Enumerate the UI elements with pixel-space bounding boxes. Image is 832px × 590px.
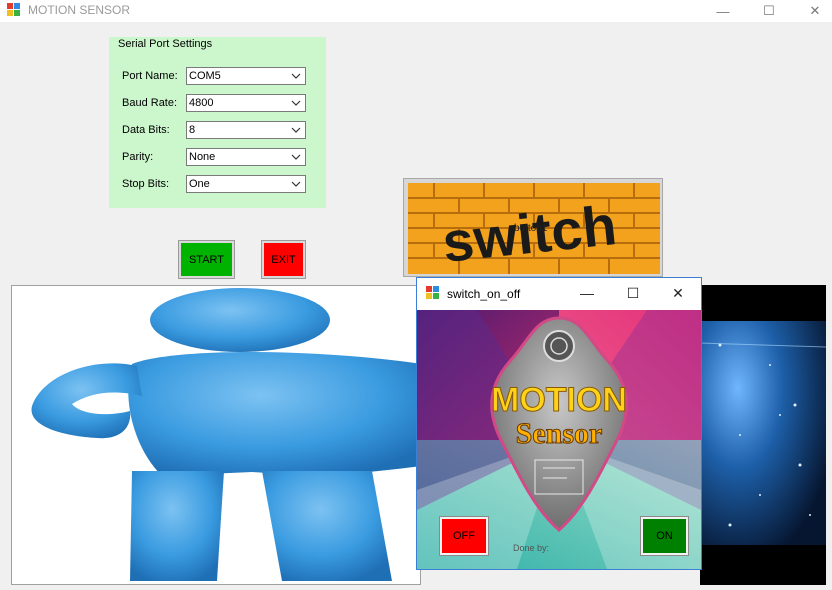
start-button[interactable]: START (178, 240, 235, 279)
minimize-icon: — (716, 3, 730, 19)
blue-figure-image (31, 288, 420, 581)
baud-rate-label: Baud Rate: (122, 97, 178, 109)
port-name-value: COM5 (189, 70, 221, 82)
baud-rate-combo[interactable]: 4800 (186, 94, 306, 112)
done-by-text: Done by: (513, 543, 549, 553)
maximize-icon: ☐ (626, 284, 640, 301)
close-button[interactable]: ✕ (792, 0, 832, 22)
parity-combo[interactable]: None (186, 148, 306, 166)
dialog-close-button[interactable]: ✕ (655, 278, 701, 308)
splash-motion-text: MOTION (491, 381, 627, 419)
dialog-app-icon (426, 286, 439, 299)
data-bits-value: 8 (189, 124, 196, 136)
baud-rate-value: 4800 (189, 97, 214, 109)
dialog-splash: MOTION Sensor Done by: OFF ON (417, 310, 701, 569)
splash-sensor-text: Sensor (516, 417, 603, 450)
off-button[interactable]: OFF (440, 517, 488, 555)
data-bits-label: Data Bits: (122, 124, 170, 136)
minimize-icon: — (580, 285, 594, 301)
chevron-down-icon (291, 181, 301, 187)
off-button-label: OFF (453, 530, 475, 542)
chevron-down-icon (291, 127, 301, 133)
chevron-down-icon (291, 73, 301, 79)
parity-value: None (189, 151, 216, 163)
switch-image-button[interactable]: switch button1 (403, 178, 663, 277)
maximize-button[interactable]: ☐ (746, 0, 792, 22)
group-title: Serial Port Settings (118, 38, 213, 50)
chevron-down-icon (291, 100, 301, 106)
switch-dialog: switch_on_off — ☐ ✕ MOTION Sensor Done b… (416, 277, 702, 570)
stop-bits-value: One (189, 178, 210, 190)
serial-settings-group: Serial Port Settings Port Name: COM5 Bau… (109, 37, 326, 208)
parity-label: Parity: (122, 151, 154, 163)
minimize-button[interactable]: — (700, 0, 746, 22)
dialog-minimize-button[interactable]: — (564, 278, 610, 308)
stop-bits-combo[interactable]: One (186, 175, 306, 193)
on-button[interactable]: ON (641, 517, 688, 555)
on-button-label: ON (656, 530, 673, 542)
window-title: MOTION SENSOR (28, 3, 131, 17)
port-name-combo[interactable]: COM5 (186, 67, 306, 85)
space-image (700, 285, 826, 585)
app-icon (7, 3, 20, 16)
start-button-label: START (188, 253, 225, 266)
port-name-label: Port Name: (122, 70, 178, 82)
data-bits-combo[interactable]: 8 (186, 121, 306, 139)
close-icon: ✕ (672, 284, 684, 301)
space-picture (700, 285, 826, 585)
stop-bits-label: Stop Bits: (122, 178, 170, 190)
window-titlebar: MOTION SENSOR — ☐ ✕ (0, 0, 832, 22)
exit-button-label: EXIT (271, 253, 296, 266)
maximize-icon: ☐ (763, 3, 775, 18)
dialog-title: switch_on_off (447, 287, 521, 301)
dialog-maximize-button[interactable]: ☐ (610, 278, 656, 308)
button1-label: button1 (514, 223, 548, 234)
figure-picture (11, 285, 421, 585)
exit-button[interactable]: EXIT (261, 240, 306, 279)
close-icon: ✕ (809, 3, 821, 18)
chevron-down-icon (291, 154, 301, 160)
dialog-titlebar: switch_on_off — ☐ ✕ (417, 278, 701, 310)
